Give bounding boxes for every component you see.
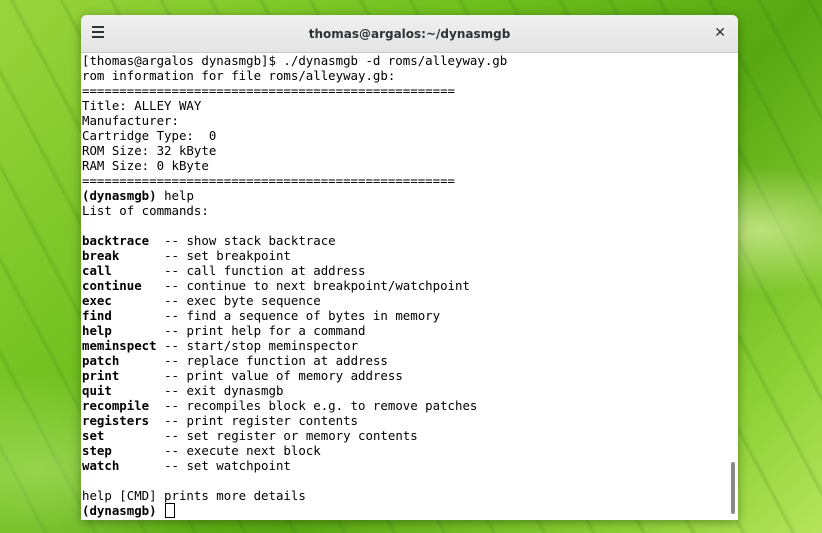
command-description: -- set register or memory contents: [164, 428, 418, 443]
terminal-line: help [CMD] prints more details: [82, 488, 306, 503]
command-padding: [112, 293, 164, 308]
command-padding: [112, 383, 164, 398]
command-padding: [119, 353, 164, 368]
command-description: -- find a sequence of bytes in memory: [164, 308, 441, 323]
command-row: registers -- print register contents: [82, 413, 728, 428]
terminal-line: Title: ALLEY WAY: [82, 98, 202, 113]
command-description: -- print value of memory address: [164, 368, 403, 383]
command-row: find -- find a sequence of bytes in memo…: [82, 308, 728, 323]
terminal-line: [thomas@argalos dynasmgb]$ ./dynasmgb -d…: [82, 53, 508, 68]
command-description: -- call function at address: [164, 263, 366, 278]
command-row: call -- call function at address: [82, 263, 728, 278]
command-name: backtrace: [82, 233, 150, 248]
menu-icon[interactable]: [92, 26, 106, 40]
command-name: find: [82, 308, 112, 323]
command-padding: [112, 323, 164, 338]
command-description: -- continue to next breakpoint/watchpoin…: [164, 278, 470, 293]
command-padding: [112, 263, 164, 278]
command-description: -- print help for a command: [164, 323, 366, 338]
command-name: break: [82, 248, 120, 263]
command-name: set: [82, 428, 105, 443]
command-row: step -- execute next block: [82, 443, 728, 458]
command-row: recompile -- recompiles block e.g. to re…: [82, 398, 728, 413]
terminal-line: rom information for file roms/alleyway.g…: [82, 68, 396, 83]
command-description: -- exit dynasmgb: [164, 383, 284, 398]
command-name: patch: [82, 353, 120, 368]
command-list: backtrace -- show stack backtrace break -…: [82, 233, 728, 473]
command-text: help: [164, 188, 194, 203]
command-name: recompile: [82, 398, 150, 413]
prompt-line[interactable]: (dynasmgb): [82, 503, 728, 518]
command-description: -- start/stop meminspector: [164, 338, 359, 353]
prompt-line: (dynasmgb) help: [82, 188, 728, 203]
terminal-line: ROM Size: 32 kByte: [82, 143, 217, 158]
terminal-line: Cartridge Type: 0: [82, 128, 217, 143]
command-row: backtrace -- show stack backtrace: [82, 233, 728, 248]
scrollbar-thumb[interactable]: [731, 462, 735, 514]
terminal-line: Manufacturer:: [82, 113, 179, 128]
command-padding: [149, 398, 164, 413]
command-padding: [104, 428, 164, 443]
command-description: -- exec byte sequence: [164, 293, 321, 308]
terminal-line: RAM Size: 0 kByte: [82, 158, 209, 173]
command-description: -- replace function at address: [164, 353, 388, 368]
command-description: -- print register contents: [164, 413, 359, 428]
command-row: patch -- replace function at address: [82, 353, 728, 368]
command-row: print -- print value of memory address: [82, 368, 728, 383]
command-padding: [149, 413, 164, 428]
command-row: help -- print help for a command: [82, 323, 728, 338]
command-padding: [112, 443, 164, 458]
command-name: watch: [82, 458, 120, 473]
command-row: meminspect -- start/stop meminspector: [82, 338, 728, 353]
close-icon[interactable]: ✕: [714, 25, 726, 41]
terminal-line: ========================================…: [82, 173, 455, 188]
command-row: continue -- continue to next breakpoint/…: [82, 278, 728, 293]
command-row: set -- set register or memory contents: [82, 428, 728, 443]
command-name: registers: [82, 413, 150, 428]
prompt: (dynasmgb): [82, 503, 157, 518]
command-padding: [112, 308, 164, 323]
prompt: (dynasmgb): [82, 188, 157, 203]
command-name: call: [82, 263, 112, 278]
command-row: break -- set breakpoint: [82, 248, 728, 263]
text-cursor: [165, 503, 176, 518]
command-description: -- set breakpoint: [164, 248, 291, 263]
scrollbar[interactable]: [728, 53, 738, 520]
command-padding: [119, 248, 164, 263]
terminal-window: thomas@argalos:~/dynasmgb ✕ [thomas@arga…: [81, 15, 738, 520]
command-name: meminspect: [82, 338, 157, 353]
command-row: exec -- exec byte sequence: [82, 293, 728, 308]
command-description: -- set watchpoint: [164, 458, 291, 473]
command-padding: [157, 338, 164, 353]
command-name: help: [82, 323, 112, 338]
terminal-output[interactable]: [thomas@argalos dynasmgb]$ ./dynasmgb -d…: [81, 53, 728, 520]
window-title: thomas@argalos:~/dynasmgb: [308, 26, 511, 41]
command-padding: [119, 458, 164, 473]
command-description: -- show stack backtrace: [164, 233, 336, 248]
command-row: quit -- exit dynasmgb: [82, 383, 728, 398]
command-name: exec: [82, 293, 112, 308]
command-row: watch -- set watchpoint: [82, 458, 728, 473]
command-name: quit: [82, 383, 112, 398]
command-description: -- recompiles block e.g. to remove patch…: [164, 398, 478, 413]
command-padding: [119, 368, 164, 383]
command-padding: [142, 278, 164, 293]
command-description: -- execute next block: [164, 443, 321, 458]
command-name: step: [82, 443, 112, 458]
terminal-line: List of commands:: [82, 203, 209, 218]
command-name: print: [82, 368, 120, 383]
command-padding: [149, 233, 164, 248]
title-bar: thomas@argalos:~/dynasmgb ✕: [81, 15, 738, 53]
terminal-line: ========================================…: [82, 83, 455, 98]
command-name: continue: [82, 278, 142, 293]
